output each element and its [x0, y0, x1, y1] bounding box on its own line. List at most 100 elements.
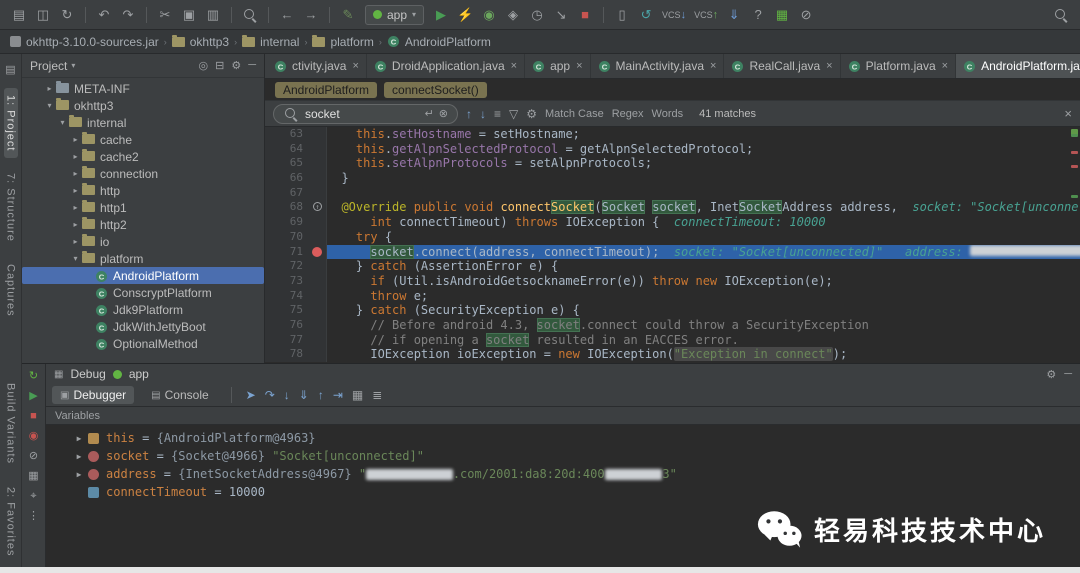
code-line[interactable]: 75 } catch (SecurityException e) { [265, 303, 1080, 318]
redo-icon[interactable]: ↷ [117, 4, 139, 26]
stack-frames-icon[interactable]: ≣ [372, 388, 382, 402]
chevron-collapsed-icon[interactable]: ▸ [69, 169, 82, 178]
forward-icon[interactable]: → [300, 4, 322, 26]
open-project-icon[interactable]: ▤ [8, 4, 30, 26]
layout-manager-icon[interactable]: ▦ [771, 4, 793, 26]
chevron-collapsed-icon[interactable]: ▶ [72, 470, 86, 479]
debug-tab-console[interactable]: ▤ Console [143, 386, 216, 404]
run-to-cursor-icon[interactable]: ⇥ [333, 388, 343, 402]
search-option-words[interactable]: Words [652, 108, 684, 120]
code-line[interactable]: 63 this.setHostname = setHostname; [265, 127, 1080, 142]
resume-icon[interactable]: ▶ [29, 390, 37, 402]
stop-icon[interactable]: ■ [574, 4, 596, 26]
breadcrumb-item[interactable]: okhttp3 [171, 34, 229, 49]
tree-item-jdkwithjettyboot[interactable]: C JdkWithJettyBoot [22, 318, 264, 335]
stripe-item-7-structure[interactable]: 7: Structure [4, 166, 18, 249]
close-icon[interactable]: × [576, 60, 582, 72]
variable-row[interactable]: ▶ socket = {Socket@4966} "Socket[unconnec… [72, 447, 1080, 465]
code-line[interactable]: 64 this.getAlpnSelectedProtocol = getAlp… [265, 141, 1080, 157]
code-line[interactable]: 65 this.setAlpnProtocols = setAlpnProtoc… [265, 156, 1080, 172]
code-line[interactable]: 66 } [265, 171, 1080, 186]
stripe-toggle-icon[interactable]: ▤ [0, 58, 22, 80]
tree-item-http1[interactable]: ▸ http1 [22, 199, 264, 216]
code-line[interactable]: 68 ↑ @Override public void connectSocket(… [265, 200, 1080, 216]
code-line[interactable]: 76 // Before android 4.3, socket.connect… [265, 317, 1080, 333]
chevron-collapsed-icon[interactable]: ▸ [69, 220, 82, 229]
debug-title[interactable]: Debug [70, 367, 105, 381]
stripe-item-captures[interactable]: Captures [4, 257, 18, 324]
restore-layout-icon[interactable]: ▦ [28, 470, 38, 482]
newline-icon[interactable]: ↵ [425, 107, 434, 120]
debug-icon[interactable]: ◉ [478, 4, 500, 26]
tree-item-optionalmethod[interactable]: C OptionalMethod [22, 335, 264, 352]
chevron-collapsed-icon[interactable]: ▸ [69, 135, 82, 144]
attach-debugger-icon[interactable]: ↘ [550, 4, 572, 26]
variable-row[interactable]: connectTimeout = 10000 [72, 483, 1080, 501]
sdk-manager-icon[interactable]: ⇓ [723, 4, 745, 26]
stop-icon[interactable]: ■ [30, 410, 37, 422]
chevron-collapsed-icon[interactable]: ▸ [43, 84, 56, 93]
editor-tab-ctivity-java[interactable]: Cctivity.java × [267, 54, 367, 78]
profiler-icon[interactable]: ◷ [526, 4, 548, 26]
paste-icon[interactable]: ▥ [202, 4, 224, 26]
tree-item-conscryptplatform[interactable]: C ConscryptPlatform [22, 284, 264, 301]
editor-tab-realcall-java[interactable]: C RealCall.java × [724, 54, 841, 78]
sync-icon[interactable]: ↻ [56, 4, 78, 26]
view-breakpoints-icon[interactable]: ◉ [29, 430, 39, 442]
run-configuration-combo[interactable]: app ▾ [365, 4, 425, 25]
chevron-collapsed-icon[interactable]: ▶ [72, 434, 86, 443]
code-line[interactable]: 78 IOException ioException = new IOExcep… [265, 347, 1080, 362]
settings-icon[interactable]: ⚙ [1046, 368, 1056, 381]
chevron-collapsed-icon[interactable]: ▸ [69, 203, 82, 212]
stripe-item-2-favorites[interactable]: 2: Favorites [4, 480, 18, 563]
tree-item-http[interactable]: ▸ http [22, 182, 264, 199]
close-icon[interactable]: × [1064, 106, 1072, 121]
error-stripe-mark[interactable] [1071, 134, 1078, 138]
execution-line[interactable]: 71 socket.connect(address, connectTimeou… [265, 244, 1080, 260]
select-opened-file-icon[interactable]: ◎ [199, 59, 209, 72]
pin-icon[interactable]: ⌖ [30, 490, 36, 502]
gradle-sync-icon[interactable]: ↺ [635, 4, 657, 26]
chevron-collapsed-icon[interactable]: ▸ [69, 237, 82, 246]
mute-breakpoints-icon[interactable]: ⊘ [29, 450, 38, 462]
close-icon[interactable]: × [352, 60, 358, 72]
vcs-update-icon[interactable]: VCS ↓ [659, 9, 689, 21]
tree-item-io[interactable]: ▸ io [22, 233, 264, 250]
step-over-icon[interactable]: ↷ [265, 388, 275, 402]
search-settings-icon[interactable]: ⚙ [526, 107, 537, 121]
code-line[interactable]: 70 try { [265, 229, 1080, 245]
breadcrumb-chip[interactable]: AndroidPlatform [275, 81, 378, 98]
apply-changes-icon[interactable]: ⚡ [454, 4, 476, 26]
editor-tab-app[interactable]: Capp × [525, 54, 591, 78]
close-icon[interactable]: × [826, 60, 832, 72]
force-step-into-icon[interactable]: ⇓ [299, 388, 309, 402]
stripe-item-1-project[interactable]: 1: Project [3, 88, 18, 159]
code-line[interactable]: 69 int connectTimeout) throws IOExceptio… [265, 215, 1080, 230]
rerun-icon[interactable]: ↻ [29, 370, 38, 382]
minimize-icon[interactable]: ─ [1064, 368, 1072, 381]
breakpoint-icon[interactable] [312, 246, 322, 257]
undo-icon[interactable]: ↶ [93, 4, 115, 26]
code-line[interactable]: 73 if (Util.isAndroidGetsocknameError(e)… [265, 273, 1080, 289]
filter-icon[interactable]: ▽ [509, 107, 518, 121]
code-line[interactable]: 77 // if opening a socket resulted in an… [265, 332, 1080, 348]
chevron-expanded-icon[interactable]: ▾ [43, 101, 56, 110]
step-into-icon[interactable]: ↓ [284, 388, 290, 402]
tree-item-http2[interactable]: ▸ http2 [22, 216, 264, 233]
tree-item-androidplatform[interactable]: C AndroidPlatform [22, 267, 264, 284]
debug-tab-debugger[interactable]: ▣ Debugger [52, 386, 135, 404]
breadcrumb-item[interactable]: okhttp-3.10.0-sources.jar [10, 35, 159, 49]
tree-item-connection[interactable]: ▸ connection [22, 165, 264, 182]
error-stripe-mark[interactable] [1071, 195, 1078, 199]
chevron-expanded-icon[interactable]: ▾ [56, 118, 69, 127]
stripe-item-build-variants[interactable]: Build Variants [4, 376, 18, 471]
collapse-all-icon[interactable]: ⊟ [215, 59, 224, 72]
show-execution-point-icon[interactable]: ➤ [246, 388, 256, 402]
next-occurrence-icon[interactable]: ↓ [480, 107, 486, 121]
help-icon[interactable]: ? [747, 4, 769, 26]
editor-tab-droidapplication-java[interactable]: C DroidApplication.java × [367, 54, 526, 78]
search-input[interactable]: socket ↵ ⊗ [273, 103, 458, 124]
chevron-down-icon[interactable]: ▾ [71, 61, 75, 70]
tree-item-cache[interactable]: ▸ cache [22, 131, 264, 148]
restriction-icon[interactable]: ⊘ [795, 4, 817, 26]
